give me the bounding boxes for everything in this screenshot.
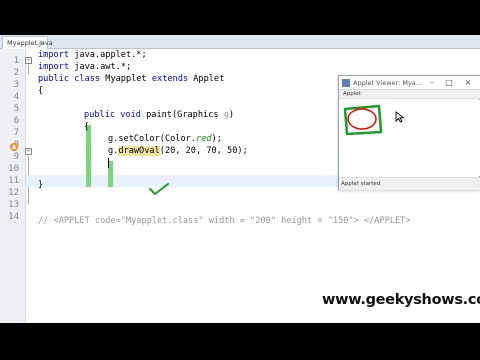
code-text: ); [211,134,222,144]
code-text: { [84,122,90,132]
watermark: www.geekyshows.com [322,292,480,308]
code-line-8: g.setColor(Color.red); [108,133,222,145]
scope-indicator [86,143,91,187]
code-text: (Color. [159,134,196,144]
applet-canvas [339,100,480,176]
applet-menu[interactable]: Applet [339,90,480,99]
file-tab[interactable]: Myapplet.java × [2,36,53,49]
line-number: 12 [8,188,19,198]
code-text: g. [108,134,119,144]
red-oval [347,108,377,130]
current-line-highlight [26,175,338,187]
code-text: { [38,86,44,96]
line-number: 2 [13,68,19,78]
line-number: 5 [13,104,19,114]
applet-viewer-window[interactable]: Applet Viewer: Mya... – □ × Applet Apple… [338,75,480,190]
video-letterbox-top [0,0,480,35]
video-letterbox-bottom [0,323,480,360]
text-caret [108,157,109,168]
code-line-9: g.drawOval(20, 20, 70, 50); [108,145,248,157]
code-line-3: public class Myapplet extends Applet [38,73,224,85]
editor-tab-bar: Myapplet.java × [0,35,480,49]
code-text: g. [108,146,119,156]
line-number: 9 [13,152,19,162]
line-number: 14 [8,212,19,222]
line-number: 13 [8,200,19,210]
comment: // <APPLET code="Myapplet.class" width =… [38,216,411,226]
drawn-oval [343,104,383,136]
code-line-1: import java.applet.*; [38,49,147,61]
code-line-13: // <APPLET code="Myapplet.class" width =… [38,215,411,227]
applet-window-title: Applet Viewer: Mya... [353,79,422,87]
applet-status-bar: Applet started. [339,177,480,190]
minimize-icon[interactable]: – [425,76,439,90]
code-text: java.awt.*; [69,62,132,72]
line-number-gutter: 1 2 3 4 5 6 7 8 9 10 11 12 13 14 [0,49,26,323]
line-number: 7 [13,128,19,138]
code-text: (Graphics [171,110,224,120]
code-text: } [38,180,44,190]
close-icon[interactable]: × [461,76,475,90]
checkmark-annotation-icon [149,183,169,195]
code-line-11: } [38,179,43,191]
close-tab-icon[interactable]: × [39,37,45,49]
code-text: (20, 20, 70, 50); [159,146,248,156]
code-line-10 [108,157,109,169]
line-number: 11 [8,176,19,186]
class-name: Myapplet [100,74,152,84]
method-name-highlighted: drawOval [118,146,160,156]
applet-titlebar[interactable]: Applet Viewer: Mya... – □ × [339,76,480,90]
method-name: setColor [118,134,160,144]
code-line-4: { [38,85,43,97]
field-name: red [195,134,212,144]
code-text: ) [228,110,235,120]
code-line-7: { [84,121,89,133]
code-text: java.applet.*; [69,50,147,60]
code-line-2: import java.awt.*; [38,61,131,73]
maximize-icon[interactable]: □ [442,76,456,90]
code-line-6: public void paint(Graphics g) [84,109,234,121]
line-number: 3 [13,80,19,90]
keyword: public void [84,110,141,120]
line-number: 6 [13,116,19,126]
line-number: 1 [13,56,19,66]
keyword: import [38,50,70,60]
mouse-cursor-icon [395,111,405,123]
java-app-icon [342,79,350,87]
override-icon[interactable]: ▲ [10,143,18,151]
screen: Myapplet.java × 1 2 3 4 5 6 7 8 9 10 11 … [0,35,480,323]
code-text: Applet [188,74,225,84]
line-number: 10 [8,164,19,174]
keyword: public class [38,74,101,84]
keyword: import [38,62,70,72]
line-number: 4 [13,92,19,102]
method-name: paint [140,110,172,120]
keyword: extends [151,74,189,84]
file-tab-label: Myapplet.java [7,39,53,47]
